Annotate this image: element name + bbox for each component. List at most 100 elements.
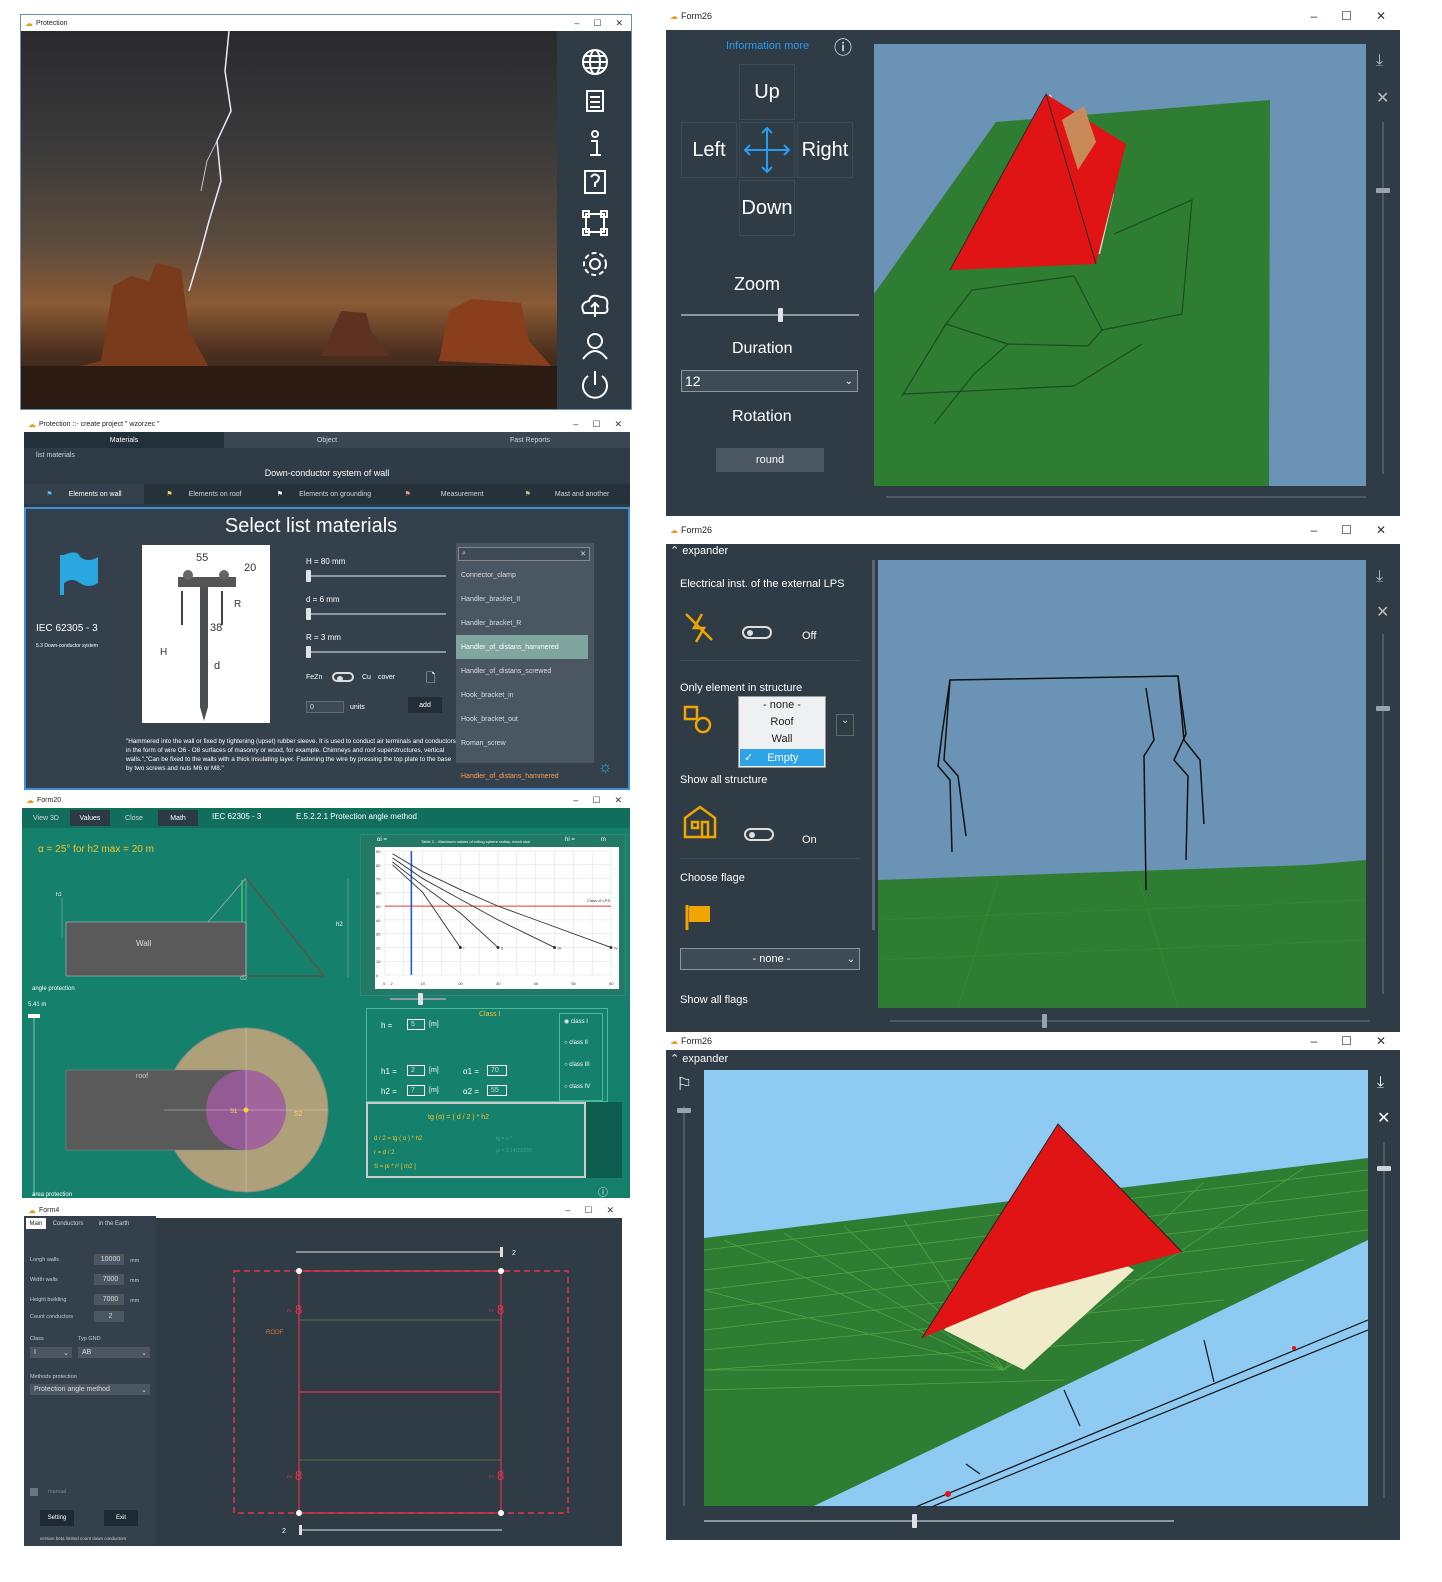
download-icon[interactable]: ⤓: [1377, 1074, 1384, 1092]
material-toggle[interactable]: [332, 672, 354, 682]
horizontal-slider[interactable]: [704, 1520, 1174, 1522]
math-button[interactable]: Math: [158, 810, 198, 826]
maximize-button[interactable]: ☐: [1341, 9, 1352, 23]
option-none[interactable]: - none -: [739, 699, 825, 711]
close-button[interactable]: ✕: [1376, 523, 1386, 537]
minimize-button[interactable]: –: [573, 419, 578, 429]
field-input[interactable]: 7000: [94, 1294, 124, 1305]
horizontal-slider-knob[interactable]: [912, 1514, 917, 1528]
maximize-button[interactable]: ☐: [584, 1205, 592, 1216]
round-button[interactable]: round: [716, 448, 824, 472]
methods-select[interactable]: Protection angle method ⌄: [30, 1384, 150, 1395]
vertical-slider[interactable]: [1383, 1142, 1385, 1498]
h-input[interactable]: 5: [407, 1019, 425, 1030]
structure-select[interactable]: ⌄: [836, 714, 854, 736]
close-icon[interactable]: ✕: [1377, 1108, 1390, 1128]
maximize-button[interactable]: ☐: [592, 419, 600, 430]
left-slider[interactable]: [683, 1106, 685, 1506]
d-slider-knob[interactable]: [306, 608, 311, 620]
crop-icon[interactable]: [582, 210, 608, 236]
minimize-button[interactable]: –: [1310, 9, 1317, 23]
left-button[interactable]: Left: [681, 122, 737, 178]
list-item[interactable]: Handler_of_distans_hammered: [456, 635, 588, 659]
typ-gnd-select[interactable]: AB ⌄: [78, 1347, 150, 1358]
cloud-upload-icon[interactable]: [581, 294, 609, 317]
search-input[interactable]: ⌕ ✕: [458, 547, 590, 561]
field-input[interactable]: 7000: [94, 1274, 124, 1285]
duration-select[interactable]: 12 ⌄: [681, 370, 858, 392]
expander-header[interactable]: ⌃ expander: [670, 1052, 728, 1065]
horizontal-slider[interactable]: [886, 496, 1366, 498]
units-input[interactable]: 0: [306, 701, 344, 713]
minimize-button[interactable]: –: [565, 1205, 570, 1215]
radio-class-iii[interactable]: ○ class III: [564, 1062, 590, 1068]
help-icon[interactable]: [584, 170, 606, 194]
tab-main[interactable]: Main: [26, 1218, 46, 1229]
gear-icon[interactable]: [583, 252, 607, 276]
tab-in-the-earth[interactable]: in the Earth: [92, 1218, 136, 1229]
minimize-button[interactable]: –: [574, 18, 579, 28]
right-button[interactable]: Right: [797, 122, 853, 178]
left-slider-knob[interactable]: [677, 1108, 691, 1113]
r-slider[interactable]: [306, 651, 446, 653]
maximize-button[interactable]: ☐: [593, 18, 601, 29]
tab-fast-reports[interactable]: Fast Reports: [430, 432, 630, 448]
list-item[interactable]: Handler_bracket_II: [456, 587, 588, 611]
d-slider[interactable]: [306, 613, 446, 615]
tab-materials[interactable]: Materials: [24, 432, 224, 448]
chart-slider-knob[interactable]: [418, 993, 423, 1005]
minimize-button[interactable]: –: [573, 795, 578, 805]
close-button[interactable]: ✕: [1376, 9, 1386, 23]
electrical-toggle[interactable]: [742, 626, 772, 639]
exit-button[interactable]: Exit: [104, 1510, 138, 1526]
horizontal-slider-knob[interactable]: [1042, 1014, 1047, 1028]
vertical-slider[interactable]: [1382, 634, 1384, 994]
horizontal-slider[interactable]: [890, 1020, 1370, 1022]
bottom-slider-knob[interactable]: [299, 1525, 302, 1535]
a1-input[interactable]: 70: [487, 1065, 507, 1076]
setting-button[interactable]: Setting: [40, 1510, 74, 1526]
list-item[interactable]: Connector_clamp: [456, 563, 588, 587]
height-slider-knob[interactable]: [28, 1014, 40, 1018]
up-button[interactable]: Up: [739, 64, 795, 120]
list-item[interactable]: Hook_bracket_out: [456, 707, 588, 731]
list-item[interactable]: Hook_bracket_in: [456, 683, 588, 707]
close-view-button[interactable]: Close: [114, 810, 154, 826]
info-icon[interactable]: ⓘ: [598, 1184, 608, 1198]
info-icon[interactable]: [590, 130, 601, 156]
radio-class-ii[interactable]: ○ class II: [564, 1040, 588, 1046]
globe-icon[interactable]: [582, 49, 608, 75]
vertical-slider[interactable]: [1382, 122, 1384, 474]
info-icon[interactable]: ⓘ: [834, 34, 852, 60]
subtab-elements-on-wall[interactable]: ⚑ Elements on wall: [24, 484, 144, 504]
list-item[interactable]: Handler_bracket_R: [456, 611, 588, 635]
subtab-measurement[interactable]: ⚑ Measurement: [384, 484, 504, 504]
download-icon[interactable]: ⤓: [1376, 568, 1383, 586]
down-button[interactable]: Down: [739, 180, 795, 236]
maximize-button[interactable]: ☐: [1341, 523, 1352, 537]
structure-toggle[interactable]: [744, 828, 774, 841]
values-button[interactable]: Values: [70, 810, 110, 826]
subtab-elements-on-roof[interactable]: ⚑ Elements on roof: [144, 484, 264, 504]
information-more-link[interactable]: Information more: [726, 40, 809, 52]
vertical-slider-knob[interactable]: [1377, 1166, 1391, 1171]
flage-select[interactable]: - none - ⌄: [680, 948, 860, 970]
a2-input[interactable]: 55: [487, 1085, 507, 1096]
close-icon[interactable]: ✕: [1376, 88, 1389, 108]
option-empty[interactable]: ✓ Empty: [740, 749, 824, 766]
close-button[interactable]: ✕: [614, 419, 622, 430]
lightbulb-icon[interactable]: ☼: [598, 759, 613, 777]
list-item[interactable]: Handler_of_distans_screwed: [456, 659, 588, 683]
h-slider-knob[interactable]: [306, 570, 311, 582]
panel-scrollbar[interactable]: [872, 560, 875, 930]
flag-outline-icon[interactable]: ⚐: [676, 1074, 692, 1095]
class-select[interactable]: I ⌄: [30, 1347, 72, 1358]
close-button[interactable]: ✕: [606, 1205, 614, 1216]
maximize-button[interactable]: ☐: [1341, 1034, 1352, 1048]
add-button[interactable]: add: [408, 697, 442, 713]
h2-input[interactable]: 7: [407, 1085, 425, 1096]
radio-class-iv[interactable]: ○ class IV: [564, 1084, 590, 1090]
clear-icon[interactable]: ✕: [580, 550, 586, 558]
subtab-elements-on-grounding[interactable]: ⚑ Elements on grounding: [264, 484, 384, 504]
close-icon[interactable]: ✕: [1376, 602, 1389, 622]
